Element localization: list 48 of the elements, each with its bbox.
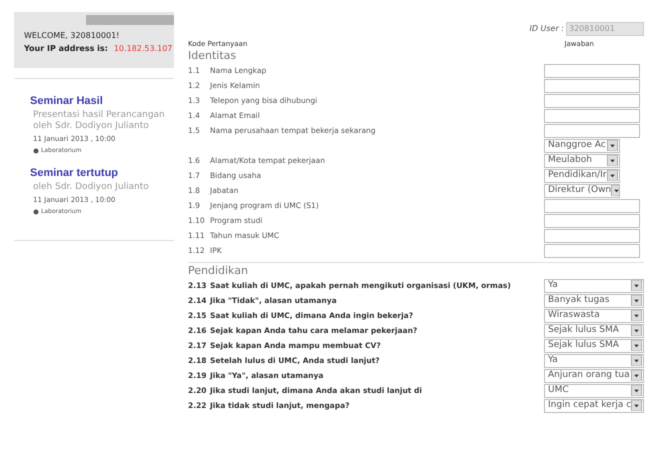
ip-address: 10.182.53.107 xyxy=(114,43,172,55)
text-field[interactable] xyxy=(544,214,640,228)
text-field[interactable] xyxy=(544,198,640,212)
text-field[interactable] xyxy=(544,244,640,258)
event-description: Presentasi hasil Perancangan oleh Sdr. Dodiyon Julianto xyxy=(32,110,166,132)
caret-icon xyxy=(631,310,642,321)
pin-icon xyxy=(33,208,39,214)
text-field[interactable] xyxy=(544,64,640,78)
event-title[interactable]: Seminar Hasil xyxy=(30,93,179,110)
section-title: Identitas xyxy=(188,49,238,62)
user-id-label: ID User : xyxy=(529,23,564,35)
dropdown[interactable]: Pendidikan/Ir xyxy=(544,168,620,182)
text-field[interactable] xyxy=(544,94,640,108)
dropdown[interactable]: Ya xyxy=(544,278,644,292)
pin-icon xyxy=(33,148,39,154)
ip-label: Your IP address is: xyxy=(24,43,108,55)
caret-icon xyxy=(631,295,642,306)
text-field[interactable] xyxy=(544,108,640,122)
welcome-text: WELCOME, 320810001! xyxy=(24,30,120,42)
dropdown[interactable]: Banyak tugas xyxy=(544,294,644,308)
dropdown[interactable]: Anjuran orang tua xyxy=(544,368,644,382)
dropdown[interactable]: Nanggroe Ac xyxy=(544,138,620,152)
dropdown[interactable]: Direktur (Own xyxy=(544,184,620,198)
section-title: Pendidikan xyxy=(188,264,249,277)
dropdown[interactable]: Ingin cepat kerja c xyxy=(544,398,644,412)
caret-icon xyxy=(607,140,618,151)
caret-icon xyxy=(631,325,642,336)
caret-icon xyxy=(631,355,642,366)
text-field[interactable] xyxy=(544,228,640,242)
event-title[interactable]: Seminar tertutup xyxy=(30,165,179,182)
user-id-field: 320810001 xyxy=(566,22,644,36)
dropdown[interactable]: Sejak lulus SMA xyxy=(544,324,644,338)
caret-icon xyxy=(607,155,618,166)
caret-icon xyxy=(631,400,642,411)
dropdown[interactable]: UMC xyxy=(544,384,644,398)
caret-icon xyxy=(631,370,642,381)
caret-icon xyxy=(631,280,642,291)
text-field[interactable] xyxy=(544,124,640,138)
event-description: oleh Sdr. Dodiyon Julianto xyxy=(32,182,150,192)
dropdown[interactable]: Wiraswasta xyxy=(544,308,644,322)
dropdown[interactable]: Sejak lulus SMA xyxy=(544,338,644,352)
text-field[interactable] xyxy=(544,78,640,92)
caret-icon xyxy=(631,340,642,351)
dropdown[interactable]: Meulaboh xyxy=(544,154,620,168)
dropdown[interactable]: Ya xyxy=(544,354,644,368)
caret-icon xyxy=(611,185,619,196)
caret-icon xyxy=(607,170,618,181)
caret-icon xyxy=(631,385,642,396)
